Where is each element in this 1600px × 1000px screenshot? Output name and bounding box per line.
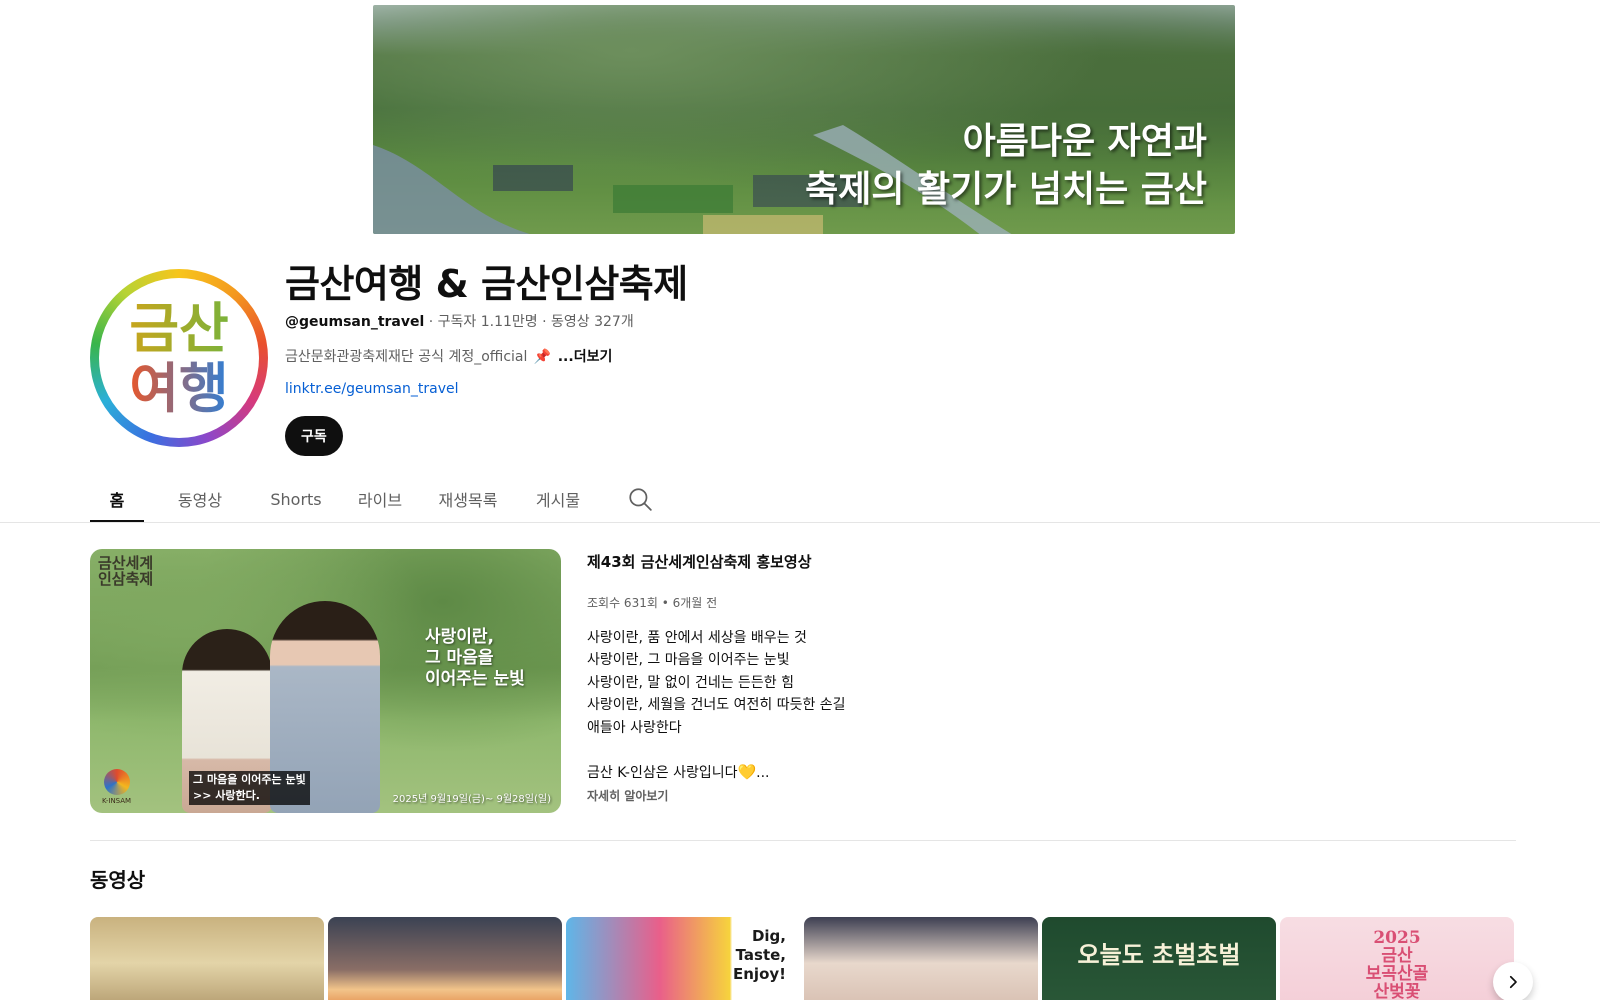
description-more-link[interactable]: ...더보기 (558, 349, 613, 365)
video-thumbnail[interactable] (328, 917, 562, 1000)
featured-video-description: 사랑이란, 품 안에서 세상을 배우는 것 사랑이란, 그 마음을 이어주는 눈… (587, 627, 1227, 785)
tabs-divider (0, 522, 1600, 523)
featured-description-tail: ... (756, 765, 770, 782)
avatar-logo: 금산 여행 (99, 278, 259, 438)
tab-search-button[interactable] (616, 475, 664, 523)
featured-video-stats: 조회수 631회 • 6개월 전 (587, 596, 718, 610)
thumb-brand-label: K-INSAM (102, 797, 132, 805)
shelf-next-button[interactable] (1493, 962, 1533, 1000)
videos-shelf: Dig, Taste, Enjoy! 오늘도 초벌초벌 2025 금산 보곡산골… (90, 917, 1514, 1000)
video-thumbnail-text: 오늘도 초벌초벌 (1077, 940, 1241, 969)
subscribe-button[interactable]: 구독 (285, 416, 343, 456)
videos-section-title: 동영상 (90, 868, 146, 892)
banner-line-2: 축제의 활기가 넘치는 금산 (805, 168, 1207, 210)
heart-icon: 💛 (737, 763, 757, 782)
avatar-line-2: 여행 (129, 356, 229, 420)
thumb-date: 2025년 9월19일(금)~ 9월28일(일) (392, 794, 551, 805)
channel-meta: @geumsan_travel · 구독자 1.11만명 · 동영상 327개 (285, 311, 634, 331)
video-thumbnail-text: 2025 금산 보곡산골 산벚꽃 (1365, 928, 1429, 1000)
tab-shorts[interactable]: Shorts (256, 475, 336, 523)
chevron-right-icon (1509, 975, 1517, 989)
thumb-brand-mark: K-INSAM (102, 769, 131, 805)
video-thumbnail[interactable] (90, 917, 324, 1000)
channel-external-link[interactable]: linktr.ee/geumsan_travel (285, 381, 458, 397)
channel-title: 금산여행 & 금산인삼축제 (285, 262, 688, 306)
channel-avatar[interactable]: 금산 여행 (90, 269, 268, 447)
video-thumbnail-text: Dig, Taste, Enjoy! (733, 927, 786, 983)
channel-description-text: 금산문화관광축제재단 공식 계정_official (285, 349, 528, 365)
channel-handle: @geumsan_travel (285, 314, 425, 330)
video-thumbnail[interactable] (804, 917, 1038, 1000)
ginseng-logo-icon (103, 769, 130, 795)
featured-description-text: 사랑이란, 품 안에서 세상을 배우는 것 사랑이란, 그 마음을 이어주는 눈… (587, 630, 846, 782)
section-divider (90, 840, 1516, 841)
tab-videos[interactable]: 동영상 (148, 475, 252, 523)
banner-text: 아름다운 자연과 축제의 활기가 넘치는 금산 (805, 117, 1207, 213)
featured-video-thumbnail[interactable]: 금산세계 인삼축제 사랑이란, 그 마음을 이어주는 눈빛 그 마음을 이어주는… (90, 549, 561, 813)
featured-video-info: 제43회 금산세계인삼축제 홍보영상 조회수 631회 • 6개월 전 사랑이란… (587, 549, 1227, 804)
pin-icon: 📌 (533, 349, 552, 365)
tab-home[interactable]: 홈 (90, 475, 144, 523)
tab-live[interactable]: 라이브 (340, 475, 420, 523)
channel-tabs: 홈 동영상 Shorts 라이브 재생목록 게시물 (90, 475, 664, 523)
tab-playlists[interactable]: 재생목록 (424, 475, 512, 523)
thumb-festival-logo: 금산세계 인삼축제 (98, 554, 154, 588)
thumb-caption-line-2: >> 사랑한다. (193, 789, 260, 802)
search-icon (629, 488, 652, 511)
channel-stats: · 구독자 1.11만명 · 동영상 327개 (424, 314, 634, 330)
featured-learn-more-link[interactable]: 자세히 알아보기 (587, 787, 1227, 804)
avatar-line-1: 금산 (129, 296, 229, 360)
tab-posts[interactable]: 게시물 (516, 475, 600, 523)
video-thumbnail[interactable]: 2025 금산 보곡산골 산벚꽃 (1280, 917, 1514, 1000)
thumb-overlay-text: 사랑이란, 그 마음을 이어주는 눈빛 (425, 627, 525, 689)
thumb-caption: 그 마음을 이어주는 눈빛 >> 사랑한다. (189, 771, 310, 805)
featured-video-title[interactable]: 제43회 금산세계인삼축제 홍보영상 (587, 551, 1227, 572)
video-thumbnail[interactable]: 오늘도 초벌초벌 (1042, 917, 1276, 1000)
thumb-caption-line-1: 그 마음을 이어주는 눈빛 (193, 773, 306, 786)
banner-line-1: 아름다운 자연과 (962, 120, 1207, 162)
channel-description[interactable]: 금산문화관광축제재단 공식 계정_official 📌 ...더보기 (285, 346, 612, 366)
channel-banner: 아름다운 자연과 축제의 활기가 넘치는 금산 (373, 5, 1235, 234)
video-thumbnail[interactable]: Dig, Taste, Enjoy! (566, 917, 800, 1000)
